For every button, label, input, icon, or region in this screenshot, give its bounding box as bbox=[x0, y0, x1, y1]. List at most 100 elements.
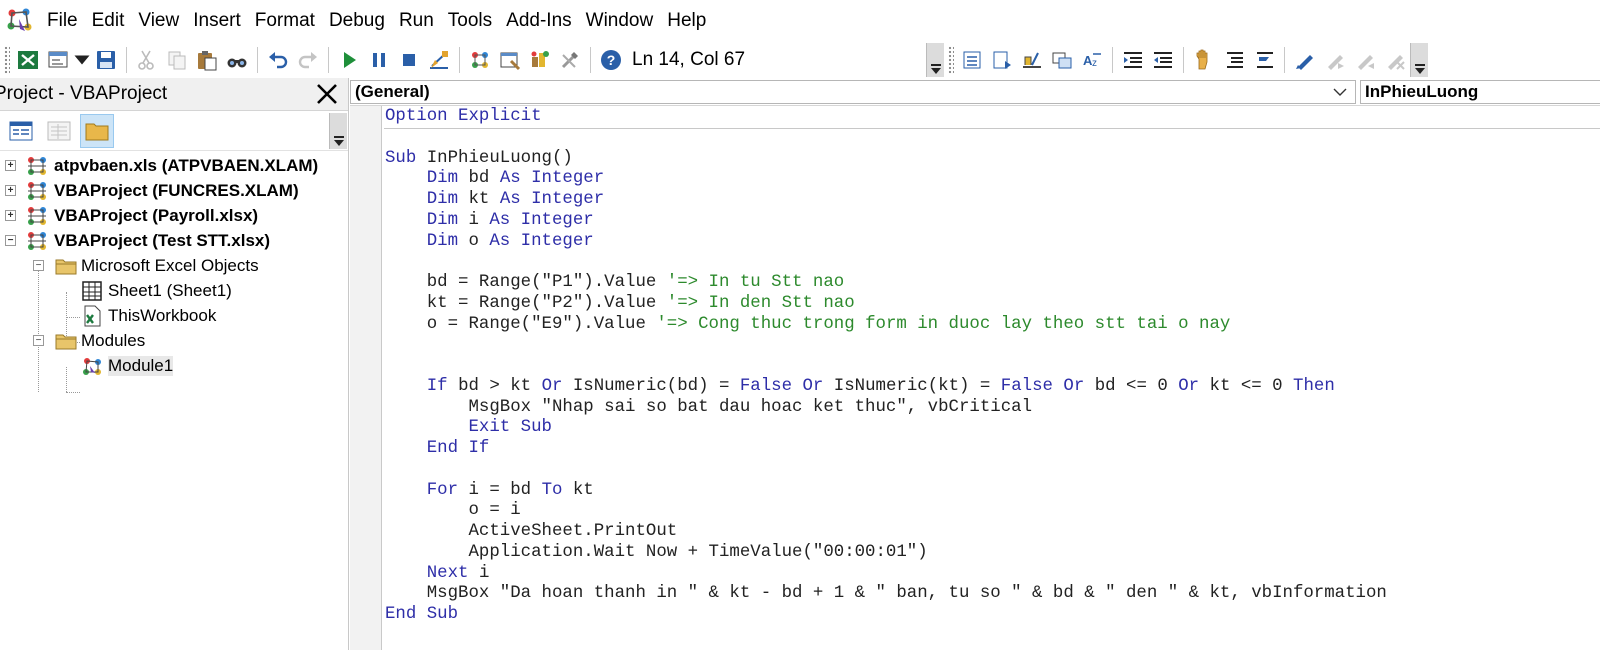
code-line[interactable]: ActiveSheet.PrintOut bbox=[385, 522, 1387, 543]
tree-node-excel-objects[interactable]: − Microsoft Excel Objects bbox=[0, 253, 348, 278]
expand-icon[interactable]: + bbox=[5, 210, 16, 221]
insert-userform-icon[interactable] bbox=[43, 45, 73, 75]
edit-toolbar-grip[interactable] bbox=[948, 46, 954, 74]
code-line[interactable]: kt = Range("P2").Value '=> In den Stt na… bbox=[385, 294, 1387, 315]
code-line[interactable]: MsgBox "Da hoan thanh in " & kt - bd + 1… bbox=[385, 584, 1387, 605]
collapse-icon[interactable]: − bbox=[33, 260, 44, 271]
code-line[interactable]: Sub InPhieuLuong() bbox=[385, 149, 1387, 170]
code-line[interactable]: End If bbox=[385, 439, 1387, 460]
excel-view-icon[interactable] bbox=[13, 45, 43, 75]
code-line[interactable]: Dim kt As Integer bbox=[385, 190, 1387, 211]
toggle-breakpoint-icon[interactable] bbox=[1189, 45, 1219, 75]
code-line[interactable]: Dim o As Integer bbox=[385, 232, 1387, 253]
list-properties-icon[interactable] bbox=[957, 45, 987, 75]
view-object-icon[interactable] bbox=[42, 114, 76, 148]
toolbar-options-dropdown[interactable] bbox=[926, 43, 944, 77]
clear-bookmarks-icon[interactable] bbox=[1380, 45, 1410, 75]
code-line[interactable]: Application.Wait Now + TimeValue("00:00:… bbox=[385, 543, 1387, 564]
code-line[interactable]: MsgBox "Nhap sai so bat dau hoac ket thu… bbox=[385, 398, 1387, 419]
copy-icon[interactable] bbox=[162, 45, 192, 75]
vba-app-icon[interactable] bbox=[0, 0, 40, 42]
menu-add-ins[interactable]: Add-Ins bbox=[499, 0, 578, 42]
code-line[interactable] bbox=[385, 460, 1387, 481]
menu-insert[interactable]: Insert bbox=[186, 0, 248, 42]
toggle-bookmark-icon[interactable] bbox=[1290, 45, 1320, 75]
help-icon[interactable]: ? bbox=[596, 45, 626, 75]
code-line[interactable] bbox=[385, 252, 1387, 273]
tree-node-test-stt[interactable]: − VBAProject (Test STT.xlsx) bbox=[0, 228, 348, 253]
list-constants-icon[interactable] bbox=[987, 45, 1017, 75]
save-icon[interactable] bbox=[91, 45, 121, 75]
code-line[interactable] bbox=[385, 356, 1387, 377]
code-line[interactable]: o = i bbox=[385, 501, 1387, 522]
find-icon[interactable] bbox=[222, 45, 252, 75]
code-line[interactable]: o = Range("E9").Value '=> Cong thuc tron… bbox=[385, 315, 1387, 336]
project-explorer-icon[interactable] bbox=[465, 45, 495, 75]
collapse-icon[interactable]: − bbox=[5, 235, 16, 246]
toggle-folders-icon[interactable] bbox=[80, 113, 114, 148]
run-icon[interactable] bbox=[334, 45, 364, 75]
quick-info-icon[interactable] bbox=[1017, 45, 1047, 75]
code-line[interactable]: Option Explicit bbox=[385, 107, 1387, 128]
insert-dropdown-icon[interactable] bbox=[73, 45, 91, 75]
cut-icon[interactable] bbox=[132, 45, 162, 75]
parameter-info-icon[interactable] bbox=[1047, 45, 1077, 75]
outdent-icon[interactable] bbox=[1148, 45, 1178, 75]
view-code-icon[interactable] bbox=[4, 114, 38, 148]
code-line[interactable] bbox=[385, 128, 1387, 149]
code-editor[interactable]: Option Explicit Sub InPhieuLuong() Dim bd… bbox=[350, 106, 1600, 650]
menu-format[interactable]: Format bbox=[248, 0, 322, 42]
object-dropdown[interactable]: (General) bbox=[350, 79, 1356, 104]
project-toolbar-options-dropdown[interactable] bbox=[329, 112, 347, 149]
code-line[interactable]: Exit Sub bbox=[385, 418, 1387, 439]
tree-node-modules[interactable]: − Modules bbox=[0, 328, 348, 353]
toolbox-icon[interactable] bbox=[555, 45, 585, 75]
menu-tools[interactable]: Tools bbox=[441, 0, 499, 42]
tree-node-sheet1[interactable]: Sheet1 (Sheet1) bbox=[0, 278, 348, 303]
menu-run[interactable]: Run bbox=[392, 0, 441, 42]
break-icon[interactable] bbox=[364, 45, 394, 75]
redo-icon[interactable] bbox=[293, 45, 323, 75]
paste-icon[interactable] bbox=[192, 45, 222, 75]
object-browser-icon[interactable] bbox=[525, 45, 555, 75]
indent-icon[interactable] bbox=[1118, 45, 1148, 75]
expand-icon[interactable]: + bbox=[5, 185, 16, 196]
tree-node-atpvbaen[interactable]: + atpvbaen.xls (ATPVBAEN.XLAM) bbox=[0, 153, 348, 178]
menu-window[interactable]: Window bbox=[579, 0, 661, 42]
margin-indicator-bar[interactable] bbox=[350, 106, 382, 650]
code-text-token: kt = Range("P2").Value bbox=[385, 293, 667, 313]
code-line[interactable] bbox=[385, 335, 1387, 356]
menu-help[interactable]: Help bbox=[660, 0, 713, 42]
reset-icon[interactable] bbox=[394, 45, 424, 75]
code-line[interactable]: Next i bbox=[385, 564, 1387, 585]
close-icon[interactable] bbox=[312, 79, 342, 109]
menu-debug[interactable]: Debug bbox=[322, 0, 392, 42]
tree-node-funcres[interactable]: + VBAProject (FUNCRES.XLAM) bbox=[0, 178, 348, 203]
code-line[interactable]: bd = Range("P1").Value '=> In tu Stt nao bbox=[385, 273, 1387, 294]
uncomment-block-icon[interactable] bbox=[1249, 45, 1279, 75]
menu-file[interactable]: File bbox=[40, 0, 85, 42]
tree-node-thisworkbook[interactable]: ThisWorkbook bbox=[0, 303, 348, 328]
comment-block-icon[interactable] bbox=[1219, 45, 1249, 75]
menu-edit[interactable]: Edit bbox=[85, 0, 132, 42]
tree-node-module1[interactable]: Module1 bbox=[0, 353, 348, 378]
code-line[interactable]: End Sub bbox=[385, 605, 1387, 626]
edit-toolbar-options-dropdown[interactable] bbox=[1410, 43, 1428, 77]
code-line[interactable]: For i = bd To kt bbox=[385, 481, 1387, 502]
code-text[interactable]: Option Explicit Sub InPhieuLuong() Dim bd… bbox=[385, 107, 1387, 626]
tree-node-payroll[interactable]: + VBAProject (Payroll.xlsx) bbox=[0, 203, 348, 228]
properties-icon[interactable] bbox=[495, 45, 525, 75]
code-line[interactable]: If bd > kt Or IsNumeric(bd) = False Or I… bbox=[385, 377, 1387, 398]
previous-bookmark-icon[interactable] bbox=[1350, 45, 1380, 75]
collapse-icon[interactable]: − bbox=[33, 335, 44, 346]
procedure-dropdown[interactable]: InPhieuLuong bbox=[1360, 79, 1600, 104]
menu-view[interactable]: View bbox=[131, 0, 186, 42]
undo-icon[interactable] bbox=[263, 45, 293, 75]
complete-word-icon[interactable]: Az bbox=[1077, 45, 1107, 75]
expand-icon[interactable]: + bbox=[5, 160, 16, 171]
design-mode-icon[interactable] bbox=[424, 45, 454, 75]
next-bookmark-icon[interactable] bbox=[1320, 45, 1350, 75]
toolbar-grip[interactable] bbox=[4, 46, 10, 74]
code-line[interactable]: Dim i As Integer bbox=[385, 211, 1387, 232]
code-line[interactable]: Dim bd As Integer bbox=[385, 169, 1387, 190]
